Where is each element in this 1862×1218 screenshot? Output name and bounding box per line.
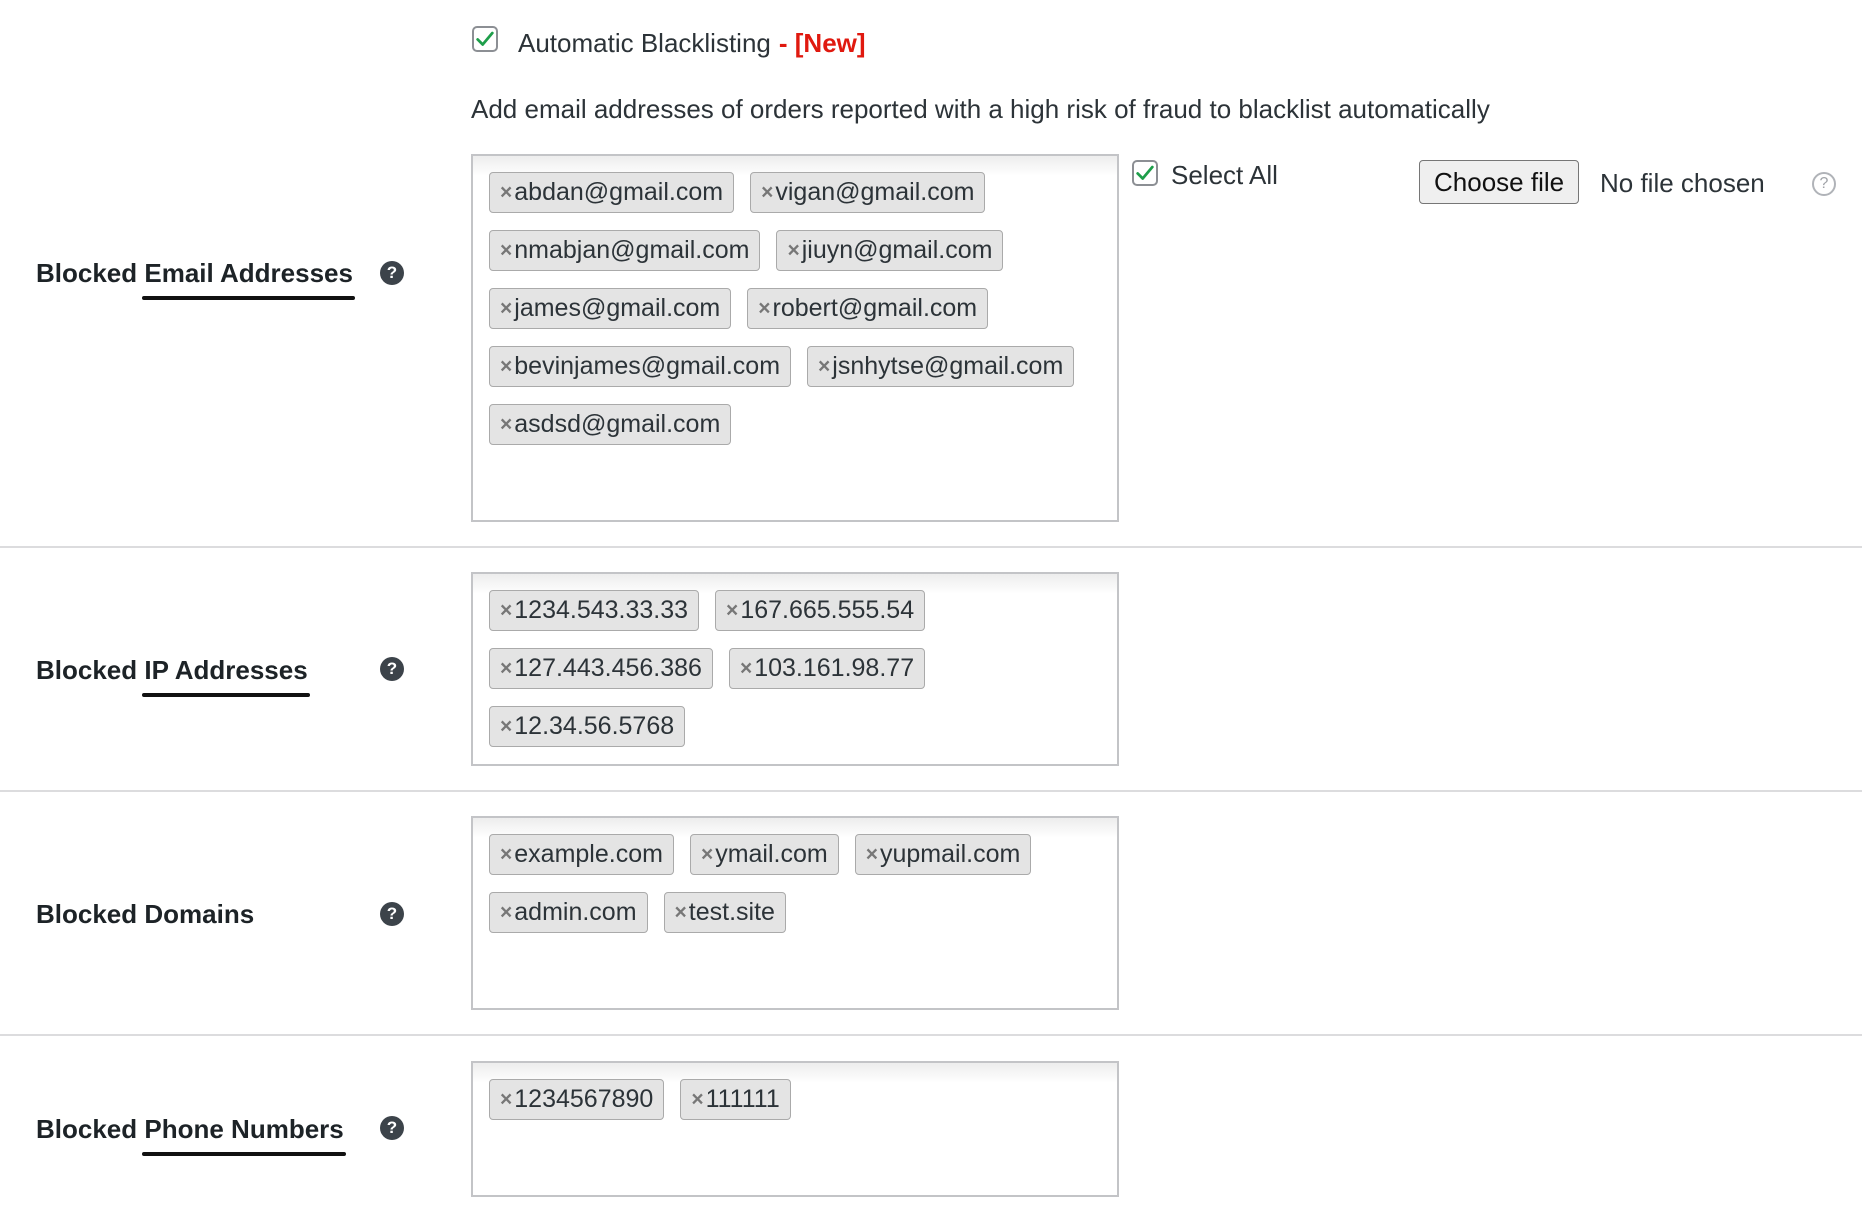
help-icon[interactable]: ? bbox=[380, 261, 404, 285]
tag-chip: × yupmail.com bbox=[854, 834, 1032, 875]
phone-row-label-emphasis: Phone Numbers bbox=[142, 1114, 347, 1156]
ip-row-label-emphasis: IP Addresses bbox=[142, 655, 311, 697]
tag-chip: × asdsd@gmail.com bbox=[489, 404, 732, 445]
remove-tag-icon[interactable]: × bbox=[500, 298, 512, 319]
tag-text: james@gmail.com bbox=[514, 294, 721, 322]
auto-blacklist-description: Add email addresses of orders reported w… bbox=[471, 94, 1490, 124]
tag-text: 167.665.555.54 bbox=[740, 596, 915, 624]
select-all-checkbox[interactable] bbox=[1132, 160, 1158, 186]
auto-blacklist-checkbox[interactable] bbox=[472, 26, 498, 52]
row-divider bbox=[0, 790, 1862, 792]
remove-tag-icon[interactable]: × bbox=[500, 844, 512, 865]
choose-file-button[interactable]: Choose file bbox=[1419, 160, 1580, 204]
phone-row-label: Blocked Phone Numbers bbox=[36, 1114, 347, 1156]
row-divider bbox=[0, 1034, 1862, 1036]
ip-tag-input[interactable]: × 1234.543.33.33 × 167.665.555.54 × 127.443.4… bbox=[471, 572, 1119, 766]
remove-tag-icon[interactable]: × bbox=[691, 1089, 703, 1110]
check-icon bbox=[1136, 165, 1154, 180]
tag-text: nmabjan@gmail.com bbox=[514, 236, 750, 264]
email-row-label: Blocked Email Addresses bbox=[36, 258, 355, 300]
tag-chip: × 1234567890 bbox=[489, 1079, 665, 1120]
tag-text: 1234567890 bbox=[514, 1085, 654, 1113]
tag-text: example.com bbox=[514, 840, 663, 868]
tag-chip: × abdan@gmail.com bbox=[489, 172, 735, 213]
row-divider bbox=[0, 546, 1862, 548]
tag-chip: × vigan@gmail.com bbox=[750, 172, 986, 213]
tag-chip: × 127.443.456.386 bbox=[489, 648, 713, 689]
tag-text: ymail.com bbox=[715, 840, 828, 868]
tag-chip: × 12.34.56.5768 bbox=[489, 706, 686, 747]
tag-text: 127.443.456.386 bbox=[514, 654, 702, 682]
tag-chip: × 111111 bbox=[680, 1079, 791, 1120]
tag-text: asdsd@gmail.com bbox=[514, 410, 721, 438]
help-icon[interactable]: ? bbox=[380, 657, 404, 681]
remove-tag-icon[interactable]: × bbox=[726, 600, 738, 621]
tag-chip: × jiuyn@gmail.com bbox=[776, 230, 1004, 271]
tag-chip: × jsnhytse@gmail.com bbox=[807, 346, 1075, 387]
remove-tag-icon[interactable]: × bbox=[500, 240, 512, 261]
tag-chip: × 1234.543.33.33 bbox=[489, 590, 700, 631]
select-all-label: Select All bbox=[1171, 160, 1278, 190]
phone-tag-input[interactable]: × 1234567890 × 111111 bbox=[471, 1061, 1119, 1197]
remove-tag-icon[interactable]: × bbox=[818, 356, 830, 377]
tag-chip: × robert@gmail.com bbox=[747, 288, 989, 329]
tag-text: yupmail.com bbox=[879, 840, 1021, 868]
remove-tag-icon[interactable]: × bbox=[500, 356, 512, 377]
email-row-label-emphasis: Email Addresses bbox=[142, 258, 355, 300]
file-help-icon[interactable]: ? bbox=[1812, 172, 1836, 196]
tag-text: 103.161.98.77 bbox=[754, 654, 915, 682]
tag-text: jsnhytse@gmail.com bbox=[832, 352, 1064, 380]
tag-chip: × 167.665.555.54 bbox=[715, 590, 926, 631]
remove-tag-icon[interactable]: × bbox=[701, 844, 713, 865]
remove-tag-icon[interactable]: × bbox=[758, 298, 770, 319]
remove-tag-icon[interactable]: × bbox=[500, 902, 512, 923]
tag-chip: × example.com bbox=[489, 834, 674, 875]
file-status-text: No file chosen bbox=[1600, 168, 1765, 198]
check-icon bbox=[476, 31, 494, 46]
remove-tag-icon[interactable]: × bbox=[500, 1089, 512, 1110]
domain-tag-input[interactable]: × example.com × ymail.com × yupmail.com × admin… bbox=[471, 816, 1119, 1010]
remove-tag-icon[interactable]: × bbox=[500, 658, 512, 679]
tag-text: admin.com bbox=[514, 898, 637, 926]
tag-text: test.site bbox=[688, 898, 775, 926]
tag-chip: × ymail.com bbox=[689, 834, 839, 875]
auto-blacklist-label: Automatic Blacklisting bbox=[518, 28, 771, 58]
tag-text: abdan@gmail.com bbox=[514, 178, 724, 206]
help-icon[interactable]: ? bbox=[380, 1116, 404, 1140]
remove-tag-icon[interactable]: × bbox=[740, 658, 752, 679]
tag-text: jiuyn@gmail.com bbox=[801, 236, 993, 264]
tag-chip: × nmabjan@gmail.com bbox=[489, 230, 761, 271]
tag-text: 1234.543.33.33 bbox=[514, 596, 689, 624]
help-icon[interactable]: ? bbox=[380, 902, 404, 926]
tag-text: robert@gmail.com bbox=[772, 294, 978, 322]
remove-tag-icon[interactable]: × bbox=[761, 182, 773, 203]
auto-blacklist-label-group: Automatic Blacklisting - [New] bbox=[518, 28, 866, 59]
tag-text: 111111 bbox=[705, 1085, 780, 1113]
tag-chip: × test.site bbox=[663, 892, 786, 933]
tag-chip: × admin.com bbox=[489, 892, 648, 933]
new-badge: - [New] bbox=[778, 28, 866, 58]
domain-row-label: Blocked Domains bbox=[36, 899, 255, 929]
tag-chip: × 103.161.98.77 bbox=[728, 648, 926, 689]
email-tag-input[interactable]: × abdan@gmail.com × vigan@gmail.com × nmabjan… bbox=[471, 154, 1119, 522]
tag-text: vigan@gmail.com bbox=[775, 178, 975, 206]
tag-chip: × bevinjames@gmail.com bbox=[489, 346, 792, 387]
tag-text: bevinjames@gmail.com bbox=[514, 352, 781, 380]
remove-tag-icon[interactable]: × bbox=[866, 844, 878, 865]
remove-tag-icon[interactable]: × bbox=[500, 600, 512, 621]
ip-row-label: Blocked IP Addresses bbox=[36, 655, 311, 697]
remove-tag-icon[interactable]: × bbox=[500, 716, 512, 737]
remove-tag-icon[interactable]: × bbox=[787, 240, 799, 261]
remove-tag-icon[interactable]: × bbox=[500, 182, 512, 203]
tag-chip: × james@gmail.com bbox=[489, 288, 732, 329]
remove-tag-icon[interactable]: × bbox=[500, 414, 512, 435]
remove-tag-icon[interactable]: × bbox=[675, 902, 687, 923]
tag-text: 12.34.56.5768 bbox=[514, 712, 675, 740]
